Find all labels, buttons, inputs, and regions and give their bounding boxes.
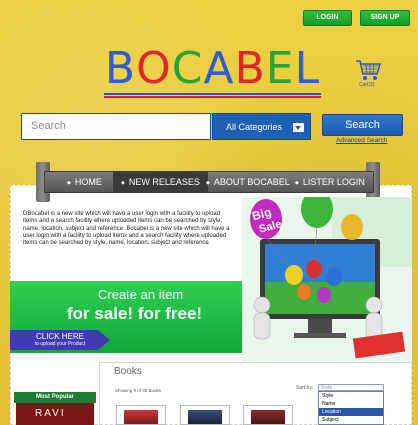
books-count: Showing 9 of 30 Books	[115, 388, 162, 393]
book-card[interactable]	[180, 405, 230, 425]
book-cover-image	[124, 410, 158, 424]
cart-count: Cart(2)	[359, 82, 375, 88]
search-input[interactable]: Search	[21, 113, 211, 140]
books-heading: Books	[114, 366, 142, 377]
hero-image: Big Sale	[242, 197, 412, 362]
logo-letter: C	[171, 43, 204, 94]
banner-subheadline: for sale! for free!	[67, 304, 203, 323]
book-cover-image	[188, 410, 222, 424]
logo-letter: A	[203, 43, 235, 94]
sort-select[interactable]: Style	[318, 384, 384, 391]
chevron-down-icon	[293, 123, 304, 132]
logo-underline-blue	[104, 93, 321, 95]
nav-item-home[interactable]: HOME	[61, 172, 108, 192]
most-popular-heading: Most Popular	[14, 392, 96, 403]
logo-letter: B	[234, 43, 266, 94]
banner-headline: Create an item	[98, 287, 184, 302]
upload-product-button[interactable]: CLICK HERE to upload your Product	[10, 330, 110, 350]
nav-item-lister-login[interactable]: LISTER LOGIN	[289, 172, 371, 192]
sort-dropdown-list: Style Name Location Subject	[318, 391, 384, 425]
book-cover-image	[251, 410, 285, 424]
logo-letter: E	[265, 43, 295, 94]
sort-option-style[interactable]: Style	[319, 392, 383, 400]
upload-button-sublabel: to upload your Product	[34, 341, 86, 347]
logo-underline-red	[104, 96, 321, 98]
site-description: DBocabel is a new site which will have a…	[23, 211, 230, 247]
advanced-search-link[interactable]: Advanced Search	[336, 137, 387, 144]
logo-letter: L	[294, 43, 321, 94]
main-nav: HOME NEW RELEASES ABOUT BOCABEL LISTER L…	[44, 171, 374, 193]
sort-option-location[interactable]: Location	[319, 408, 383, 416]
upload-button-label: CLICK HERE	[35, 332, 84, 341]
search-button[interactable]: Search	[322, 114, 403, 136]
books-divider	[99, 362, 412, 363]
nav-item-about[interactable]: ABOUT BOCABEL	[200, 172, 296, 192]
site-logo[interactable]: BOCABEL	[100, 45, 325, 98]
logo-letter: O	[136, 43, 172, 94]
sort-option-subject[interactable]: Subject	[319, 416, 383, 424]
signup-button[interactable]: SIGN UP	[360, 10, 410, 26]
nav-item-new-releases[interactable]: NEW RELEASES	[113, 172, 208, 192]
popular-book-title: RAVI	[35, 408, 66, 419]
login-button[interactable]: LOGIN	[303, 10, 352, 26]
logo-wordmark: BOCABEL	[100, 45, 325, 93]
category-select[interactable]: All Categories	[212, 113, 311, 140]
category-select-value: All Categories	[226, 122, 283, 132]
logo-letter: B	[104, 43, 137, 94]
book-card[interactable]	[243, 405, 293, 425]
sort-option-name[interactable]: Name	[319, 400, 383, 408]
sort-by-label: Sort by:	[296, 385, 314, 391]
book-card[interactable]	[116, 405, 166, 425]
sidebar-divider	[99, 362, 100, 425]
